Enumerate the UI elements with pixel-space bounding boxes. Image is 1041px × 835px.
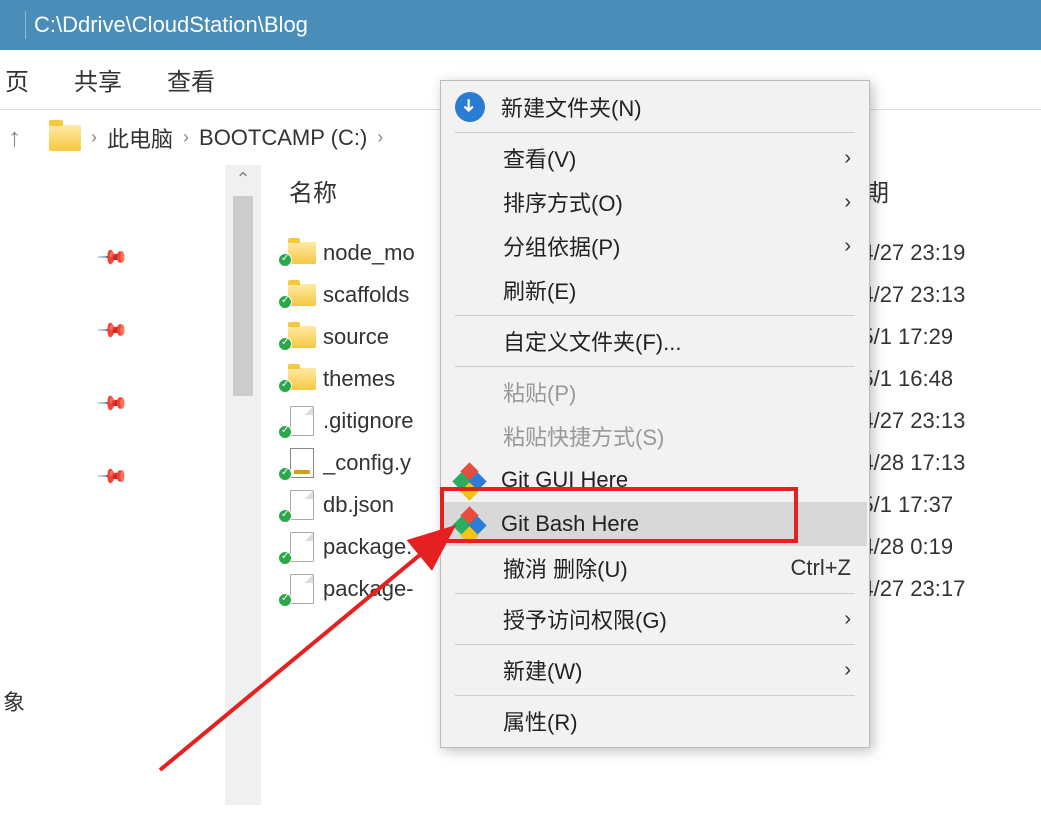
titlebar-divider [25, 11, 26, 39]
file-icon [290, 532, 314, 562]
menu-separator [455, 366, 855, 367]
sync-badge-icon [278, 425, 292, 439]
menu-new-folder[interactable]: 新建文件夹(N) [443, 85, 867, 129]
menu-paste: 粘贴(P) [443, 370, 867, 414]
file-icon-cell [281, 242, 323, 264]
quick-access-pane: 📌 📌 📌 📌 [0, 165, 225, 805]
sync-badge-icon [278, 467, 292, 481]
menu-properties[interactable]: 属性(R) [443, 699, 867, 743]
pin-icon: 📌 [95, 313, 130, 348]
menu-sort[interactable]: 排序方式(O)› [443, 180, 867, 224]
folder-icon [288, 368, 316, 390]
folder-icon [288, 326, 316, 348]
file-icon-cell [281, 406, 323, 436]
folder-icon [288, 284, 316, 306]
chevron-right-icon[interactable]: › [183, 127, 189, 148]
newfolder-icon [455, 92, 485, 122]
sidebar-label-partial: 象 [0, 685, 25, 717]
scroll-up-icon[interactable]: ⌃ [235, 165, 250, 194]
chevron-right-icon[interactable]: › [91, 127, 97, 148]
pin-icon: 📌 [95, 240, 130, 275]
ribbon-tab-view[interactable]: 查看 [162, 62, 250, 97]
menu-shortcut: Ctrl+Z [791, 555, 852, 581]
file-icon [290, 406, 314, 436]
sync-badge-icon [278, 379, 292, 393]
titlebar: C:\Ddrive\CloudStation\Blog [0, 0, 1041, 50]
menu-refresh[interactable]: 刷新(E) [443, 268, 867, 312]
pin-icon: 📌 [95, 386, 130, 421]
ribbon-tab-share[interactable]: 共享 [69, 62, 127, 97]
sync-badge-icon [278, 551, 292, 565]
file-icon-cell [281, 490, 323, 520]
menu-undo-delete[interactable]: 撤消 删除(U)Ctrl+Z [443, 546, 867, 590]
menu-separator [455, 644, 855, 645]
file-icon-cell [281, 368, 323, 390]
context-menu: 新建文件夹(N) 查看(V)› 排序方式(O)› 分组依据(P)› 刷新(E) … [440, 80, 870, 748]
file-icon-cell [281, 284, 323, 306]
chevron-right-icon[interactable]: › [377, 127, 383, 148]
pin-icon: 📌 [95, 459, 130, 494]
chevron-right-icon: › [844, 659, 851, 682]
menu-separator [455, 593, 855, 594]
menu-group[interactable]: 分组依据(P)› [443, 224, 867, 268]
sync-badge-icon [278, 509, 292, 523]
sync-badge-icon [278, 253, 292, 267]
sync-badge-icon [278, 295, 292, 309]
file-icon [290, 574, 314, 604]
menu-separator [455, 132, 855, 133]
file-icon-cell [281, 448, 323, 478]
sync-badge-icon [278, 337, 292, 351]
chevron-right-icon: › [844, 608, 851, 631]
menu-separator [455, 315, 855, 316]
titlebar-path: C:\Ddrive\CloudStation\Blog [34, 12, 308, 38]
breadcrumb-item-pc[interactable]: 此电脑 [107, 122, 173, 154]
chevron-right-icon: › [844, 235, 851, 258]
annotation-highlight-box [440, 487, 798, 543]
chevron-right-icon: › [844, 191, 851, 214]
scrollbar[interactable]: ⌃ [225, 165, 261, 805]
file-icon-cell [281, 326, 323, 348]
menu-grant-access[interactable]: 授予访问权限(G)› [443, 597, 867, 641]
folder-icon [49, 125, 81, 151]
menu-separator [455, 695, 855, 696]
file-icon-cell [281, 532, 323, 562]
sync-badge-icon [278, 593, 292, 607]
menu-paste-shortcut: 粘贴快捷方式(S) [443, 414, 867, 458]
scroll-thumb[interactable] [233, 196, 253, 396]
up-arrow-icon[interactable]: ↑ [8, 122, 21, 153]
ribbon-tab-page[interactable]: 页 [0, 62, 34, 97]
menu-customize-folder[interactable]: 自定义文件夹(F)... [443, 319, 867, 363]
file-icon [290, 490, 314, 520]
file-icon-cell [281, 574, 323, 604]
chevron-right-icon: › [844, 147, 851, 170]
menu-new[interactable]: 新建(W)› [443, 648, 867, 692]
menu-view[interactable]: 查看(V)› [443, 136, 867, 180]
folder-icon [288, 242, 316, 264]
yml-file-icon [290, 448, 314, 478]
breadcrumb-item-drive[interactable]: BOOTCAMP (C:) [199, 125, 367, 151]
